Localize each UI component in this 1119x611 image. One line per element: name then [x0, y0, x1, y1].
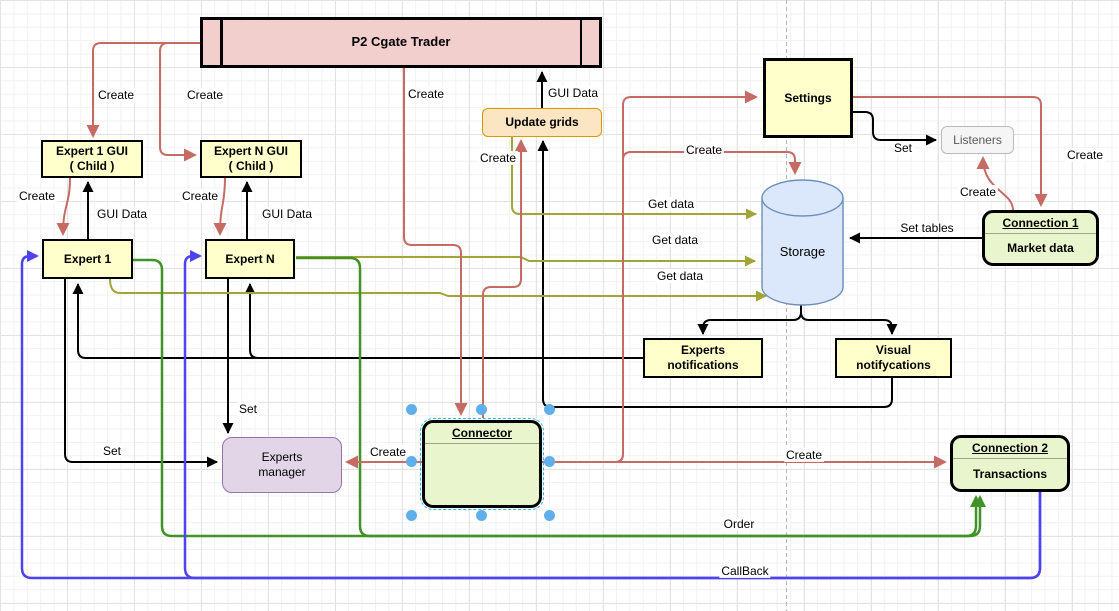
node-p2-cgate-trader[interactable]: P2 Cgate Trader — [200, 17, 602, 68]
node-listeners[interactable]: Listeners — [941, 126, 1014, 154]
edge-label: Set — [100, 444, 124, 458]
node-label: Expert 1 — [63, 251, 112, 266]
edge-label: Create — [184, 88, 226, 102]
node-label: Expert N GUI — [213, 144, 288, 158]
edge-label: Create — [405, 87, 447, 101]
node-experts-notifications[interactable]: Experts notifications — [643, 338, 763, 378]
edge-label: Set tables — [898, 221, 956, 235]
node-label: Expert N — [225, 251, 275, 266]
edge-label: Create — [957, 185, 999, 199]
edge-label: Create — [367, 445, 409, 459]
edge-label: Get data — [654, 269, 706, 283]
node-subtitle: Transactions — [972, 466, 1048, 481]
edge-create-connection1-to-listeners[interactable] — [976, 156, 1014, 211]
edge-label: Get data — [645, 197, 697, 211]
selection-handle-sw[interactable] — [406, 510, 417, 521]
node-label: Visual — [875, 343, 912, 357]
node-connection-2[interactable]: Connection 2 Transactions — [950, 435, 1070, 492]
node-label: manager — [258, 465, 306, 479]
node-connection-1[interactable]: Connection 1 Market data — [982, 210, 1099, 266]
edge-label: Get data — [649, 233, 701, 247]
selection-handle-s[interactable] — [476, 510, 487, 521]
node-expert-1[interactable]: Expert 1 — [42, 239, 133, 279]
node-label: Expert 1 GUI — [55, 144, 129, 158]
edge-label: GUI Data — [259, 207, 315, 221]
node-expert-1-gui[interactable]: Expert 1 GUI ( Child ) — [41, 140, 143, 178]
edge-create-connector-to-updategrids[interactable] — [482, 139, 528, 418]
edge-label: CallBack — [719, 564, 771, 578]
edge-label: Create — [179, 189, 221, 203]
selection-handle-w[interactable] — [406, 456, 417, 467]
node-label: ( Child ) — [69, 159, 115, 173]
edge-label: Create — [1064, 148, 1106, 162]
node-connector[interactable]: Connector — [420, 418, 544, 510]
storage-label: Storage — [779, 244, 826, 259]
edge-callback-connection2-to-expert1[interactable] — [20, 250, 1042, 580]
diagram-canvas: P2 Cgate Trader Expert 1 GUI ( Child ) E… — [0, 0, 1119, 611]
node-label: Update grids — [505, 115, 579, 129]
node-label: ( Child ) — [228, 159, 274, 173]
edge-label: Create — [16, 189, 58, 203]
selection-handle-n[interactable] — [476, 404, 487, 415]
node-title: Connection 1 — [1002, 216, 1079, 230]
edge-create-expert1gui-to-expert1[interactable] — [56, 177, 71, 236]
selection-handle-nw[interactable] — [406, 404, 417, 415]
node-label: Settings — [784, 90, 832, 105]
node-label: Experts — [680, 343, 726, 357]
edge-order-expertN-to-connection2[interactable] — [296, 256, 986, 538]
edge-label: Set — [236, 402, 260, 416]
node-body-empty — [425, 444, 539, 505]
process-bar-left — [220, 20, 223, 65]
selection-handle-se[interactable] — [544, 510, 555, 521]
selection-handle-e[interactable] — [544, 456, 555, 467]
process-bar-right — [579, 20, 582, 65]
edge-label: Create — [683, 143, 725, 157]
node-expert-n-gui[interactable]: Expert N GUI ( Child ) — [200, 140, 302, 178]
node-title: Connector — [452, 426, 512, 440]
node-settings[interactable]: Settings — [763, 58, 853, 138]
node-label: Experts — [261, 450, 303, 464]
edge-label: Order — [721, 517, 757, 531]
edge-order-expert1-to-connection2[interactable] — [133, 258, 982, 538]
edge-create-p2-to-connector[interactable] — [403, 68, 468, 416]
edge-callback-connection2-to-expertN[interactable] — [183, 250, 1042, 580]
node-storage[interactable] — [761, 179, 844, 306]
edge-getdata-expertN-to-storage[interactable] — [296, 255, 756, 267]
node-visual-notifications[interactable]: Visual notifycations — [835, 338, 952, 378]
node-update-grids[interactable]: Update grids — [482, 108, 602, 137]
node-subtitle: Market data — [1007, 241, 1074, 255]
node-label: notifycations — [856, 358, 931, 372]
edge-label: Create — [477, 151, 519, 165]
node-expert-n[interactable]: Expert N — [205, 239, 295, 279]
edge-label: Set — [891, 141, 915, 155]
node-label: notifications — [667, 358, 739, 372]
edge-label: GUI Data — [94, 207, 150, 221]
node-label: Listeners — [953, 132, 1002, 147]
edge-create-expertNgui-to-expertN[interactable] — [213, 177, 227, 236]
edge-label: Create — [95, 88, 137, 102]
edge-set-settings-to-listeners[interactable] — [853, 111, 937, 146]
node-title: Connection 2 — [971, 441, 1048, 455]
edge-set-expert1-to-manager[interactable] — [64, 279, 218, 468]
node-label: P2 Cgate Trader — [351, 34, 451, 50]
edge-label: GUI Data — [545, 86, 601, 100]
node-experts-manager[interactable]: Experts manager — [222, 437, 342, 493]
edge-label: Create — [783, 448, 825, 462]
edge-storage-to-visualnotif[interactable] — [800, 305, 898, 335]
selection-handle-ne[interactable] — [544, 404, 555, 415]
